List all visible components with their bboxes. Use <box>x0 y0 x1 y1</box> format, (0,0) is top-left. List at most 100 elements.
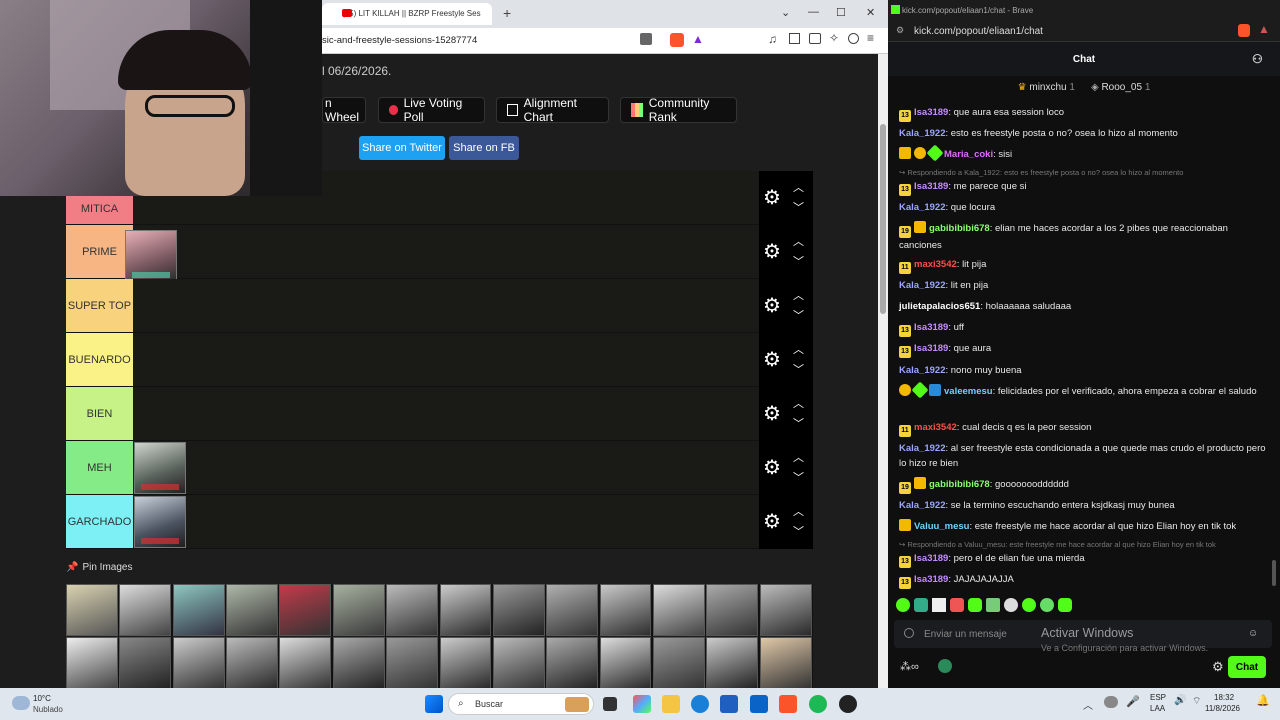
pin-image[interactable] <box>492 637 545 688</box>
chat-message[interactable]: 19 gabibibibi678: gooooooodddddd <box>899 477 1271 494</box>
chevron-up-icon[interactable]: ︿ <box>793 345 804 356</box>
chat-username[interactable]: Kala_1922 <box>899 443 945 454</box>
chat-message[interactable]: 13 Isa3189: uff <box>899 320 1271 337</box>
gear-icon[interactable]: ⚙ <box>763 296 783 316</box>
chat-message[interactable]: valeemesu: felicidades por el verificado… <box>899 381 1271 399</box>
chat-send-button[interactable]: Chat <box>1228 656 1266 678</box>
chat-message[interactable]: 13 Isa3189: JAJAJAJAJJA <box>899 572 1271 589</box>
chat-message[interactable]: 11 maxi3542: lit pija <box>899 257 1271 274</box>
translate-icon[interactable] <box>640 33 652 45</box>
pin-image[interactable] <box>439 584 492 636</box>
tier-label[interactable]: PRIME <box>66 225 133 278</box>
pin-image[interactable] <box>599 584 652 636</box>
wifi-icon[interactable]: ⌔ <box>1192 695 1201 708</box>
edge-icon[interactable] <box>691 695 709 713</box>
tier-label[interactable]: MITICA <box>66 193 133 224</box>
scrollbar[interactable] <box>878 54 888 688</box>
share-fb-button[interactable]: Share on FB <box>449 136 519 160</box>
top-gifter-2[interactable]: ◈ Rooo_05 1 <box>1091 82 1150 93</box>
chat-rules-icon[interactable] <box>904 628 914 638</box>
chat-message[interactable]: 13 Isa3189: pero el de elian fue una mier… <box>899 551 1271 568</box>
chevron-down-icon[interactable]: ﹀ <box>793 473 804 484</box>
chat-username[interactable]: Isa3189 <box>914 343 948 354</box>
live-voting-poll-button[interactable]: Live Voting Poll <box>378 96 485 124</box>
clock-date[interactable]: 11/8/2026 <box>1205 704 1240 713</box>
pin-image[interactable] <box>279 584 332 636</box>
chat-username[interactable]: Kala_1922 <box>899 128 945 139</box>
pin-image[interactable] <box>332 584 385 636</box>
music-icon[interactable]: ♫ <box>768 32 777 46</box>
emote-icon[interactable] <box>914 598 928 612</box>
scrollbar-thumb[interactable] <box>880 124 886 314</box>
gear-icon[interactable]: ⚙ <box>763 512 783 532</box>
chat-message[interactable]: Valuu_mesu: este freestyle me hace acord… <box>899 519 1271 534</box>
pin-image[interactable] <box>492 584 545 636</box>
chevron-down-icon[interactable]: ﹀ <box>793 257 804 268</box>
pin-image[interactable] <box>546 637 599 688</box>
outlook-icon[interactable] <box>750 695 768 713</box>
tier-image[interactable] <box>134 496 186 548</box>
tier-label[interactable]: SUPER TOP <box>66 279 133 332</box>
chat-settings-gear-icon[interactable]: ⚙ <box>1212 659 1224 675</box>
emote-icon[interactable] <box>1040 598 1054 612</box>
chat-message[interactable]: 13 Isa3189: que aura esa session loco <box>899 105 1271 122</box>
emote-icon[interactable] <box>1004 598 1018 612</box>
pin-image[interactable] <box>546 584 599 636</box>
menu-icon[interactable]: ≡ <box>867 31 874 45</box>
gear-icon[interactable]: ⚙ <box>763 242 783 262</box>
chevron-up-icon[interactable]: ︿ <box>793 453 804 464</box>
chat-message[interactable]: Kala_1922: nono muy buena <box>899 363 1271 378</box>
chat-username[interactable]: valeemesu <box>944 386 993 397</box>
pin-image[interactable] <box>706 584 759 636</box>
gear-icon[interactable]: ⚙ <box>763 188 783 208</box>
chevron-up-icon[interactable]: ︿ <box>793 507 804 518</box>
rewards-triangle-icon[interactable]: ▲ <box>1258 22 1270 36</box>
chat-username[interactable]: Maria_coki <box>944 149 993 160</box>
wheel-button[interactable]: n Wheel <box>322 96 366 124</box>
spotify-icon[interactable] <box>809 695 827 713</box>
sidebar-icon[interactable] <box>789 33 800 44</box>
windows-start-icon[interactable] <box>425 695 443 713</box>
chat-message[interactable]: 19 gabibibibi678: elian me haces acordar … <box>899 221 1271 253</box>
chat-scrollbar[interactable] <box>1272 560 1276 586</box>
chat-reply-context[interactable]: ↪ Respondiendo a Kala_1922: esto es free… <box>899 168 1271 177</box>
brave-shield-icon[interactable] <box>670 33 684 47</box>
language-label[interactable]: ESP <box>1150 693 1166 702</box>
emote-icon[interactable] <box>950 598 964 612</box>
tier-image[interactable] <box>134 442 186 494</box>
obs-icon[interactable] <box>839 695 857 713</box>
chat-message[interactable]: Kala_1922: al ser freestyle esta condici… <box>899 441 1271 471</box>
chat-username[interactable]: Isa3189 <box>914 181 948 192</box>
chat-message[interactable]: Maria_coki: sisi <box>899 144 1271 162</box>
rewards-triangle-icon[interactable]: ▲ <box>692 32 704 46</box>
pin-image[interactable] <box>599 637 652 688</box>
taskbar-search[interactable]: ⌕ Buscar <box>448 693 594 715</box>
site-settings-icon[interactable]: ⚙ <box>896 25 904 36</box>
pin-image[interactable] <box>66 637 118 688</box>
file-explorer-icon[interactable] <box>662 695 680 713</box>
leo-ai-icon[interactable]: ✧ <box>829 31 839 45</box>
alignment-chart-button[interactable]: Alignment Chart <box>496 96 609 124</box>
chevron-up-icon[interactable]: ︿ <box>793 399 804 410</box>
tier-label[interactable]: MEH <box>66 441 133 494</box>
new-tab-button[interactable]: + <box>503 5 511 21</box>
emote-icon[interactable] <box>986 598 1000 612</box>
chat-username[interactable]: gabibibibi678 <box>929 223 990 234</box>
kick-badge-icon[interactable] <box>938 659 952 673</box>
chat-username[interactable]: maxi3542 <box>914 259 957 270</box>
chat-username[interactable]: Kala_1922 <box>899 365 945 376</box>
show-hidden-icons-chevron-icon[interactable]: ︿ <box>1083 697 1093 712</box>
chevron-up-icon[interactable]: ︿ <box>793 291 804 302</box>
chat-username[interactable]: Kala_1922 <box>899 280 945 291</box>
chat-username[interactable]: Isa3189 <box>914 107 948 118</box>
chevron-down-icon[interactable]: ﹀ <box>793 365 804 376</box>
brave-shield-icon[interactable] <box>1238 24 1250 37</box>
emote-icon[interactable] <box>1022 598 1036 612</box>
emote-icon[interactable] <box>1058 598 1072 612</box>
chat-message[interactable]: Kala_1922: se la termino escuchando ente… <box>899 498 1271 513</box>
emoji-icon[interactable]: ☺ <box>1248 628 1258 639</box>
notification-bell-icon[interactable]: 🔔 <box>1256 694 1270 707</box>
copilot-icon[interactable] <box>633 695 651 713</box>
chat-reply-context[interactable]: ↪ Respondiendo a Valuu_mesu: este freest… <box>899 540 1271 549</box>
chat-username[interactable]: maxi3542 <box>914 422 957 433</box>
